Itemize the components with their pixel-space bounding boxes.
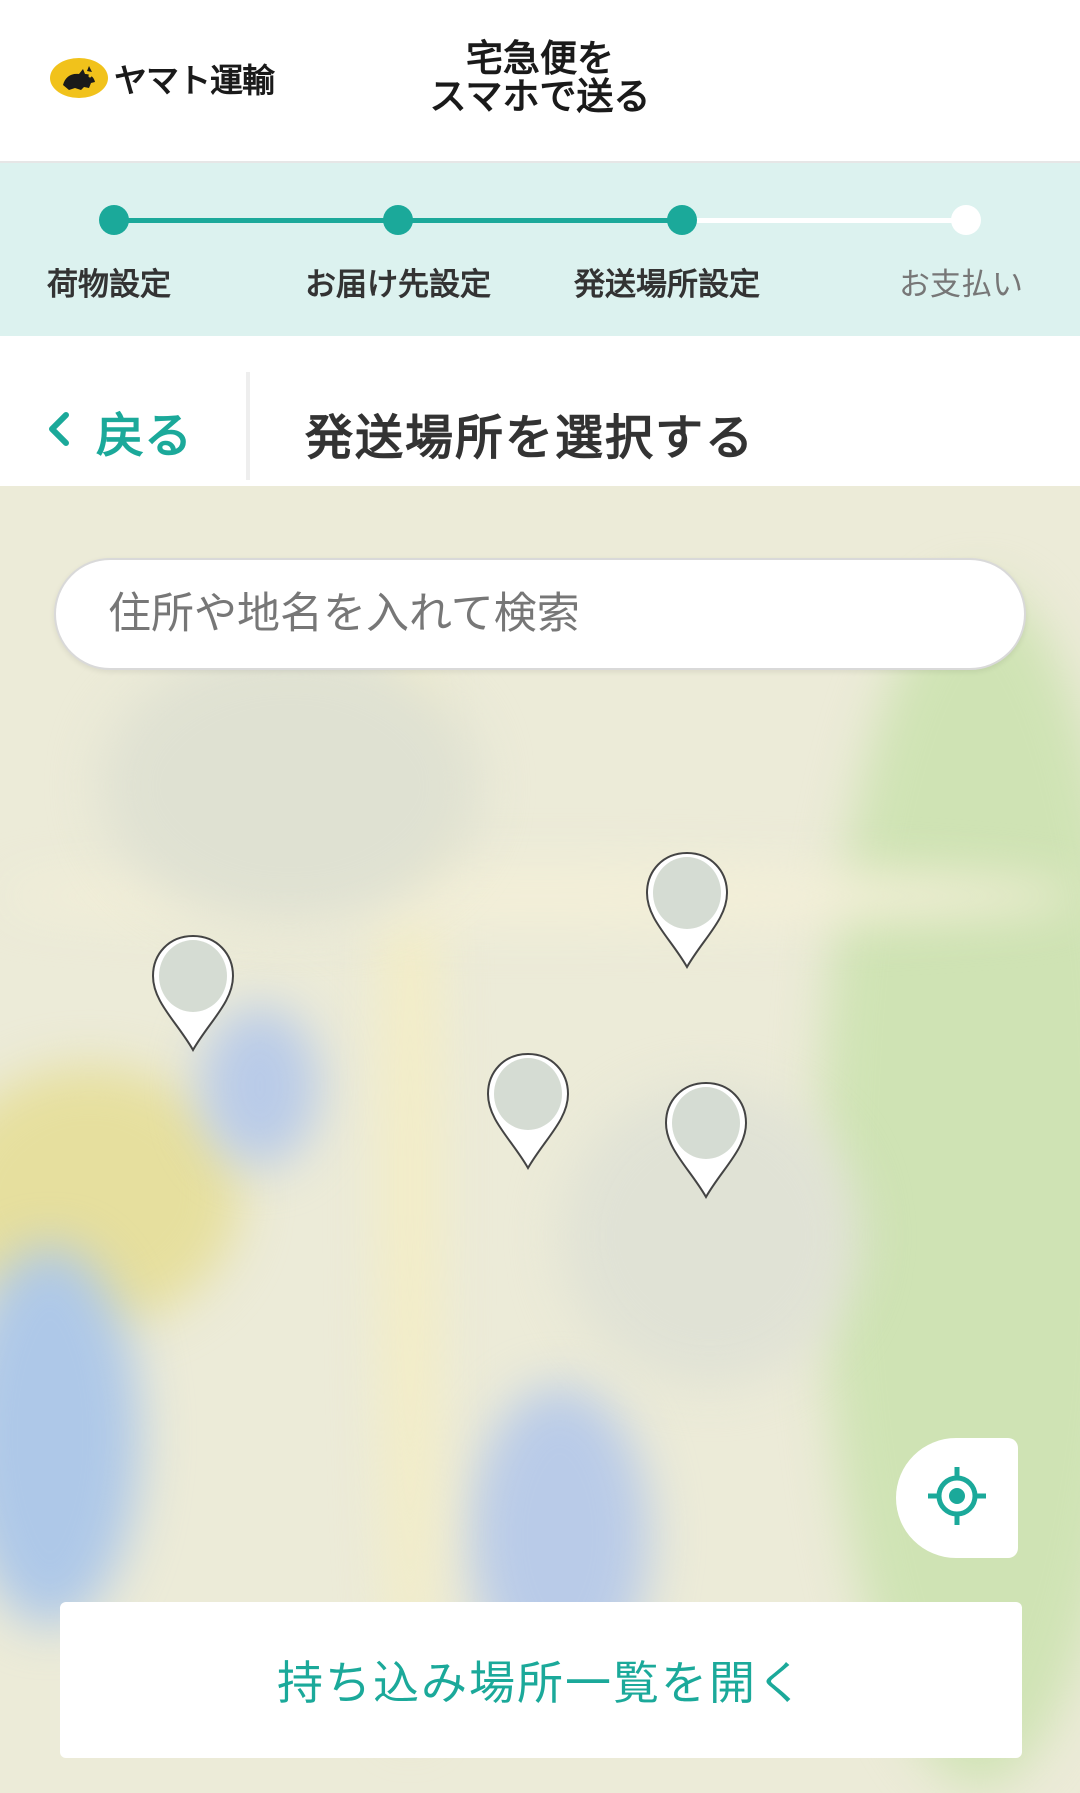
logo-text: ヤマト運輸: [114, 61, 275, 100]
step-connector-3: [682, 218, 966, 223]
title-bar: 戻る 発送場所を選択する: [0, 336, 1080, 486]
step-label-dropoff: 発送場所設定: [574, 267, 760, 303]
chevron-left-icon: [44, 409, 72, 453]
progress-stepper: 荷物設定 お届け先設定 発送場所設定 お支払い: [0, 163, 1080, 336]
crosshair-locate-icon: [926, 1465, 988, 1531]
map-view[interactable]: 持ち込み場所一覧を開く: [0, 486, 1080, 1793]
map-block: [100, 646, 480, 926]
step-connector-1: [114, 218, 398, 223]
step-dot-3: [667, 205, 697, 235]
location-pin[interactable]: [660, 1079, 752, 1201]
location-pin[interactable]: [147, 932, 239, 1054]
step-label-destination: お届け先設定: [305, 267, 491, 303]
step-label-package: 荷物設定: [47, 267, 171, 303]
step-dot-1: [99, 205, 129, 235]
location-pin[interactable]: [641, 849, 733, 971]
black-cat-icon: [50, 58, 108, 98]
page-title: 発送場所を選択する: [305, 410, 756, 466]
current-location-button[interactable]: [896, 1438, 1018, 1558]
title-divider: [246, 372, 250, 480]
app-header: ヤマト運輸 宅急便を スマホで送る: [0, 0, 1080, 163]
app-title: 宅急便を スマホで送る: [380, 40, 700, 116]
step-connector-2: [398, 218, 682, 223]
app-title-line2: スマホで送る: [429, 75, 651, 118]
open-dropoff-list-button[interactable]: 持ち込み場所一覧を開く: [60, 1602, 1022, 1758]
back-label: 戻る: [96, 408, 193, 464]
step-label-payment: お支払い: [899, 267, 1023, 303]
location-pin[interactable]: [482, 1050, 574, 1172]
step-dot-4: [951, 205, 981, 235]
step-dot-2: [383, 205, 413, 235]
app-title-line1: 宅急便を: [466, 37, 614, 80]
back-button[interactable]: 戻る: [44, 396, 192, 466]
yamato-logo[interactable]: ヤマト運輸: [50, 56, 275, 100]
map-search-input[interactable]: [54, 558, 1026, 670]
